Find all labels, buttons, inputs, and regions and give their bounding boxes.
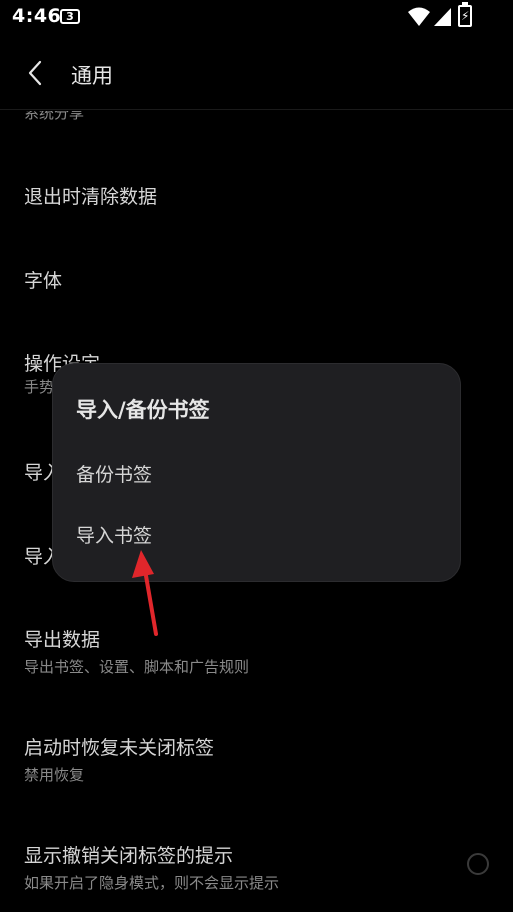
list-item-system-share[interactable]: 系统分享	[24, 111, 84, 123]
dialog-title: 导入/备份书签	[76, 398, 210, 422]
list-item-clear-on-exit[interactable]: 退出时清除数据	[24, 182, 157, 209]
list-item-subtitle: 系统分享	[24, 111, 85, 122]
list-item-title: 启动时恢复未关闭标签	[24, 737, 215, 759]
status-bar: 4:46 3 ⚡	[0, 0, 513, 36]
list-item-title: 显示撤销关闭标签的提示	[24, 845, 234, 867]
list-item-subtitle: 如果开启了隐身模式，则不会显示提示	[24, 874, 280, 892]
annotation-arrow-icon	[132, 550, 158, 636]
list-item-title: 字体	[24, 270, 63, 292]
list-item-undo-close-hint[interactable]: 显示撤销关闭标签的提示 如果开启了隐身模式，则不会显示提示	[24, 841, 279, 893]
backup-bookmarks-option[interactable]: 备份书签	[53, 446, 462, 504]
list-item-subtitle: 禁用恢复	[24, 766, 85, 784]
wifi-icon	[408, 7, 430, 26]
list-item-subtitle: 导出书签、设置、脚本和广告规则	[24, 658, 250, 676]
list-item-title: 退出时清除数据	[24, 186, 158, 208]
toggle-radio-icon[interactable]	[467, 853, 489, 875]
signal-icon	[434, 8, 451, 26]
import-bookmarks-option[interactable]: 导入书签	[53, 507, 462, 565]
import-backup-dialog: 导入/备份书签 备份书签 导入书签	[52, 363, 461, 582]
page-title: 通用	[71, 64, 113, 88]
list-item-font[interactable]: 字体	[24, 266, 62, 293]
back-arrow-icon[interactable]	[22, 58, 50, 88]
list-item-restore-tabs[interactable]: 启动时恢复未关闭标签 禁用恢复	[24, 733, 214, 785]
battery-icon: ⚡	[458, 2, 472, 27]
app-bar: 通用	[0, 36, 513, 110]
status-time: 4:46	[12, 5, 62, 27]
notification-icon: 3	[60, 9, 80, 24]
